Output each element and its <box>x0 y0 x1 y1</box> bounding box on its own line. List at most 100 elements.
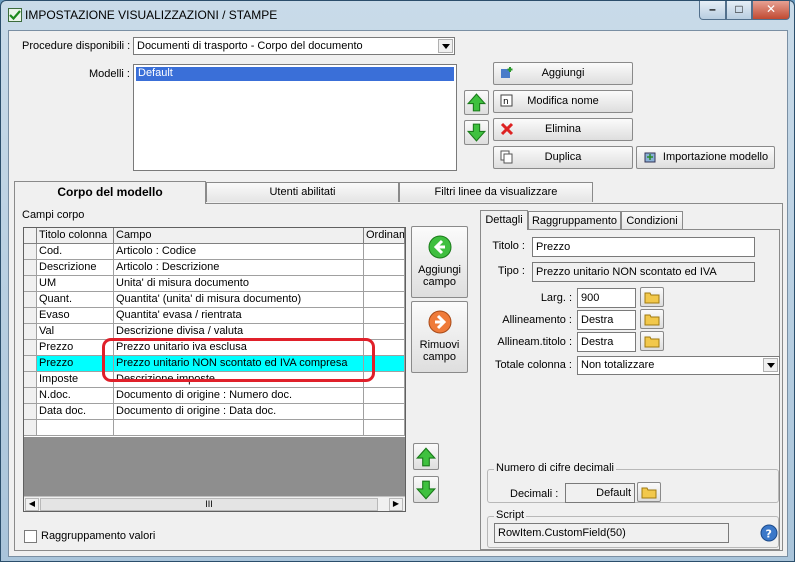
arrow-right-icon <box>428 310 451 334</box>
table-row[interactable]: Val <box>37 324 114 340</box>
titolo-input[interactable]: Prezzo <box>532 237 755 257</box>
aggiungi-button[interactable]: Aggiungi <box>493 62 633 85</box>
arrow-down-icon <box>415 480 437 500</box>
table-row[interactable]: Quantita' (unita' di misura documento) <box>114 292 364 308</box>
grid-row-header[interactable] <box>24 324 37 340</box>
modelli-label: Modelli : <box>89 68 130 80</box>
totale-colonna-select[interactable]: Non totalizzare <box>577 356 780 375</box>
grid-row-header[interactable] <box>24 356 37 372</box>
importazione-modello-button[interactable]: Importazione modello <box>636 146 775 169</box>
decimali-folder-button[interactable] <box>637 482 661 502</box>
chevron-down-icon[interactable] <box>438 39 453 53</box>
table-row[interactable] <box>364 292 405 308</box>
scroll-left-button[interactable]: ◀ <box>25 498 39 511</box>
tab-utenti-abilitati[interactable]: Utenti abilitati <box>206 182 399 202</box>
aggiungi-campo-button[interactable]: Aggiungi campo <box>411 226 468 298</box>
minimize-button[interactable]: – <box>699 1 726 20</box>
table-row[interactable] <box>364 388 405 404</box>
tab-condizioni[interactable]: Condizioni <box>621 211 683 229</box>
procedure-value: Documenti di trasporto - Corpo del docum… <box>137 40 363 52</box>
table-row[interactable]: Evaso <box>37 308 114 324</box>
grid-row-header[interactable] <box>24 404 37 420</box>
allineamento-input[interactable]: Destra <box>577 310 636 330</box>
table-row[interactable] <box>364 308 405 324</box>
table-row[interactable] <box>114 420 364 436</box>
scroll-thumb[interactable]: III <box>40 498 378 511</box>
table-row[interactable] <box>364 420 405 436</box>
grid-body: Titolo colonna Campo Ordinam Cod. Articolo :… <box>24 228 405 437</box>
chevron-down-icon[interactable] <box>763 358 778 372</box>
table-row[interactable]: Articolo : Descrizione <box>114 260 364 276</box>
grid-row-header[interactable] <box>24 260 37 276</box>
raggruppamento-valori-checkbox[interactable] <box>24 530 37 543</box>
arrow-up-icon <box>415 447 437 467</box>
scroll-right-button[interactable]: ▶ <box>389 498 403 511</box>
client-area: Procedure disponibili : Documenti di tra… <box>8 30 788 557</box>
table-row[interactable] <box>364 244 405 260</box>
move-up-button[interactable] <box>464 90 489 115</box>
grid-column-header[interactable]: Ordinam <box>364 228 405 244</box>
table-row[interactable]: Documento di origine : Data doc. <box>114 404 364 420</box>
help-button[interactable]: ? <box>760 524 778 542</box>
allineam-titolo-folder-button[interactable] <box>640 331 664 351</box>
allineamento-folder-button[interactable] <box>640 309 664 329</box>
grid-row-header[interactable] <box>24 308 37 324</box>
window-title: IMPOSTAZIONE VISUALIZZAZIONI / STAMPE <box>25 8 278 22</box>
grid-row-header[interactable] <box>24 420 37 436</box>
table-row[interactable]: N.doc. <box>37 388 114 404</box>
tab-filtri-linee[interactable]: Filtri linee da visualizzare <box>399 182 593 202</box>
larg-folder-button[interactable] <box>640 287 664 307</box>
duplica-button[interactable]: Duplica <box>493 146 633 169</box>
table-row[interactable] <box>364 404 405 420</box>
table-row[interactable]: Cod. <box>37 244 114 260</box>
totale-colonna-value: Non totalizzare <box>581 359 655 371</box>
delete-icon <box>500 122 514 136</box>
grid-row-header[interactable] <box>24 276 37 292</box>
allineam-titolo-input[interactable]: Destra <box>577 332 636 352</box>
rename-icon: n <box>500 94 514 108</box>
move-down-button[interactable] <box>464 120 489 145</box>
field-down-button[interactable] <box>413 476 439 503</box>
table-row[interactable]: Documento di origine : Numero doc. <box>114 388 364 404</box>
folder-icon <box>644 292 660 304</box>
folder-icon <box>641 487 657 499</box>
table-row[interactable]: Unita' di misura documento <box>114 276 364 292</box>
tab-corpo-del-modello[interactable]: Corpo del modello <box>14 181 206 204</box>
procedure-select[interactable]: Documenti di trasporto - Corpo del docum… <box>133 37 455 55</box>
list-item[interactable]: Default <box>136 67 454 81</box>
table-row[interactable]: Data doc. <box>37 404 114 420</box>
table-row[interactable] <box>37 420 114 436</box>
procedure-label: Procedure disponibili : <box>22 40 131 52</box>
table-row[interactable]: Descrizione <box>37 260 114 276</box>
field-up-button[interactable] <box>413 443 439 470</box>
tab-dettagli[interactable]: Dettagli <box>480 210 528 230</box>
tab-raggruppamento[interactable]: Raggruppamento <box>528 211 621 229</box>
table-row[interactable]: Quant. <box>37 292 114 308</box>
table-row[interactable] <box>364 260 405 276</box>
table-row[interactable] <box>364 324 405 340</box>
grid-row-header[interactable] <box>24 372 37 388</box>
decimali-label: Decimali : <box>510 488 559 500</box>
rimuovi-campo-button[interactable]: Rimuovi campo <box>411 301 468 373</box>
larg-label: Larg. : <box>540 292 572 304</box>
title-bar[interactable]: IMPOSTAZIONE VISUALIZZAZIONI / STAMPE – … <box>1 1 794 31</box>
grid-row-header[interactable] <box>24 340 37 356</box>
grid-column-header[interactable]: Titolo colonna <box>37 228 114 244</box>
elimina-button[interactable]: Elimina <box>493 118 633 141</box>
modifica-nome-button[interactable]: n Modifica nome <box>493 90 633 113</box>
horizontal-scrollbar[interactable]: ◀ III ▶ <box>24 496 405 511</box>
close-button[interactable]: ✕ <box>752 1 790 20</box>
modelli-list[interactable]: Default <box>133 64 457 171</box>
maximize-button[interactable]: □ <box>726 1 752 20</box>
grid-row-header[interactable] <box>24 292 37 308</box>
table-row[interactable] <box>364 276 405 292</box>
grid-row-header[interactable] <box>24 388 37 404</box>
table-row[interactable]: Quantita' evasa / rientrata <box>114 308 364 324</box>
grid-row-header[interactable] <box>24 244 37 260</box>
campi-corpo-label: Campi corpo <box>22 209 85 221</box>
larg-input[interactable]: 900 <box>577 288 636 308</box>
table-row[interactable]: Articolo : Codice <box>114 244 364 260</box>
arrow-down-icon <box>466 123 487 142</box>
table-row[interactable]: UM <box>37 276 114 292</box>
grid-column-header[interactable]: Campo <box>114 228 364 244</box>
